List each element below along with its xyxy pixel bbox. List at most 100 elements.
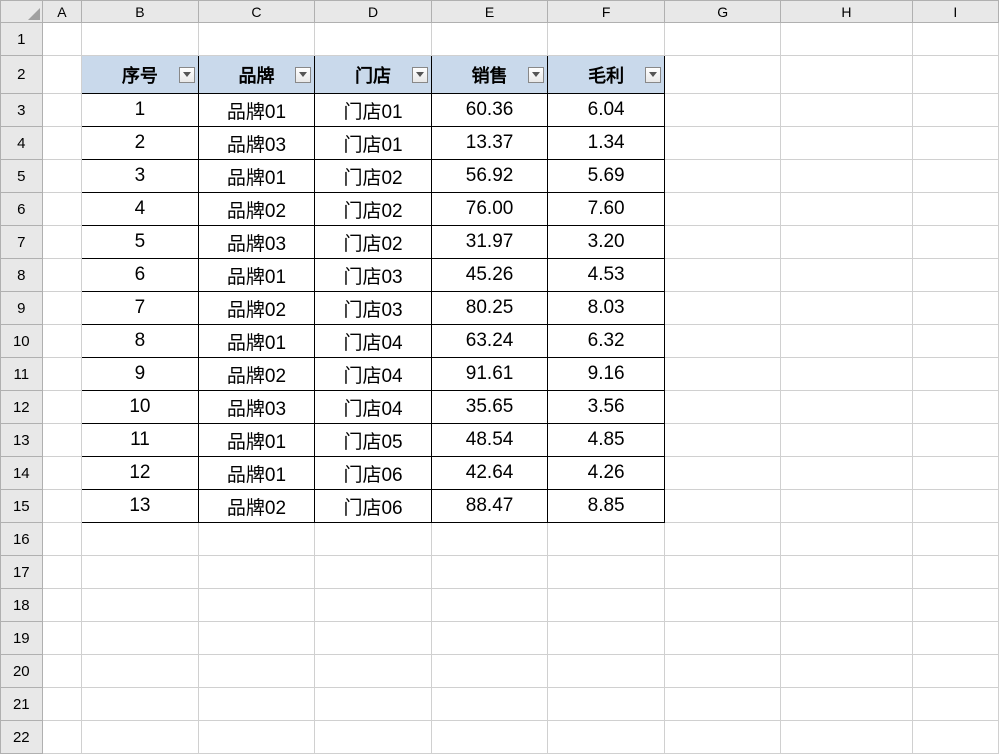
cell-F13[interactable]: 4.85 (548, 424, 665, 457)
cell-B6[interactable]: 4 (82, 193, 199, 226)
cell-G20[interactable] (664, 655, 781, 688)
filter-button-profit[interactable] (645, 67, 661, 83)
cell-I16[interactable] (912, 523, 998, 556)
cell-B17[interactable] (82, 556, 199, 589)
cell-D22[interactable] (315, 721, 432, 754)
cell-C15[interactable]: 品牌02 (198, 490, 315, 523)
row-header-22[interactable]: 22 (1, 721, 43, 754)
cell-D7[interactable]: 门店02 (315, 226, 432, 259)
cell-G3[interactable] (664, 94, 781, 127)
col-header-G[interactable]: G (664, 1, 781, 23)
row-header-13[interactable]: 13 (1, 424, 43, 457)
cell-I12[interactable] (912, 391, 998, 424)
cell-C18[interactable] (198, 589, 315, 622)
cell-A11[interactable] (42, 358, 82, 391)
cell-A18[interactable] (42, 589, 82, 622)
cell-D18[interactable] (315, 589, 432, 622)
cell-F4[interactable]: 1.34 (548, 127, 665, 160)
cell-H8[interactable] (781, 259, 912, 292)
cell-F9[interactable]: 8.03 (548, 292, 665, 325)
cell-E17[interactable] (431, 556, 548, 589)
cell-I4[interactable] (912, 127, 998, 160)
cell-G5[interactable] (664, 160, 781, 193)
row-header-3[interactable]: 3 (1, 94, 43, 127)
cell-C20[interactable] (198, 655, 315, 688)
cell-B19[interactable] (82, 622, 199, 655)
cell-H18[interactable] (781, 589, 912, 622)
cell-I22[interactable] (912, 721, 998, 754)
cell-G2[interactable] (664, 56, 781, 94)
cell-I10[interactable] (912, 325, 998, 358)
cell-G22[interactable] (664, 721, 781, 754)
row-header-5[interactable]: 5 (1, 160, 43, 193)
cell-B4[interactable]: 2 (82, 127, 199, 160)
col-header-C[interactable]: C (198, 1, 315, 23)
cell-I13[interactable] (912, 424, 998, 457)
cell-C17[interactable] (198, 556, 315, 589)
cell-C9[interactable]: 品牌02 (198, 292, 315, 325)
table-header-seq[interactable]: 序号 (82, 56, 199, 94)
cell-D10[interactable]: 门店04 (315, 325, 432, 358)
select-all-corner[interactable] (1, 1, 43, 23)
row-header-2[interactable]: 2 (1, 56, 43, 94)
cell-B1[interactable] (82, 23, 199, 56)
cell-D6[interactable]: 门店02 (315, 193, 432, 226)
cell-B20[interactable] (82, 655, 199, 688)
cell-B11[interactable]: 9 (82, 358, 199, 391)
row-header-17[interactable]: 17 (1, 556, 43, 589)
col-header-F[interactable]: F (548, 1, 665, 23)
cell-C8[interactable]: 品牌01 (198, 259, 315, 292)
filter-button-seq[interactable] (179, 67, 195, 83)
cell-E7[interactable]: 31.97 (431, 226, 548, 259)
cell-D11[interactable]: 门店04 (315, 358, 432, 391)
cell-A20[interactable] (42, 655, 82, 688)
cell-H10[interactable] (781, 325, 912, 358)
cell-F10[interactable]: 6.32 (548, 325, 665, 358)
cell-G17[interactable] (664, 556, 781, 589)
cell-F19[interactable] (548, 622, 665, 655)
cell-F6[interactable]: 7.60 (548, 193, 665, 226)
cell-E6[interactable]: 76.00 (431, 193, 548, 226)
cell-I3[interactable] (912, 94, 998, 127)
cell-D12[interactable]: 门店04 (315, 391, 432, 424)
cell-H1[interactable] (781, 23, 912, 56)
row-header-21[interactable]: 21 (1, 688, 43, 721)
cell-H4[interactable] (781, 127, 912, 160)
cell-C4[interactable]: 品牌03 (198, 127, 315, 160)
cell-A22[interactable] (42, 721, 82, 754)
cell-G18[interactable] (664, 589, 781, 622)
cell-D15[interactable]: 门店06 (315, 490, 432, 523)
col-header-A[interactable]: A (42, 1, 82, 23)
cell-E14[interactable]: 42.64 (431, 457, 548, 490)
cell-I20[interactable] (912, 655, 998, 688)
col-header-B[interactable]: B (82, 1, 199, 23)
cell-E12[interactable]: 35.65 (431, 391, 548, 424)
cell-H12[interactable] (781, 391, 912, 424)
filter-button-brand[interactable] (295, 67, 311, 83)
cell-A4[interactable] (42, 127, 82, 160)
cell-C11[interactable]: 品牌02 (198, 358, 315, 391)
cell-F22[interactable] (548, 721, 665, 754)
cell-B18[interactable] (82, 589, 199, 622)
row-header-4[interactable]: 4 (1, 127, 43, 160)
col-header-E[interactable]: E (431, 1, 548, 23)
spreadsheet-grid[interactable]: A B C D E F G H I 1 2 序号 品牌 (0, 0, 999, 754)
cell-D3[interactable]: 门店01 (315, 94, 432, 127)
cell-G11[interactable] (664, 358, 781, 391)
cell-A17[interactable] (42, 556, 82, 589)
cell-A21[interactable] (42, 688, 82, 721)
row-header-15[interactable]: 15 (1, 490, 43, 523)
cell-H11[interactable] (781, 358, 912, 391)
cell-F11[interactable]: 9.16 (548, 358, 665, 391)
row-header-14[interactable]: 14 (1, 457, 43, 490)
cell-E13[interactable]: 48.54 (431, 424, 548, 457)
cell-F20[interactable] (548, 655, 665, 688)
cell-I17[interactable] (912, 556, 998, 589)
cell-E4[interactable]: 13.37 (431, 127, 548, 160)
cell-A12[interactable] (42, 391, 82, 424)
cell-G4[interactable] (664, 127, 781, 160)
cell-C6[interactable]: 品牌02 (198, 193, 315, 226)
cell-H20[interactable] (781, 655, 912, 688)
cell-B13[interactable]: 11 (82, 424, 199, 457)
cell-H19[interactable] (781, 622, 912, 655)
